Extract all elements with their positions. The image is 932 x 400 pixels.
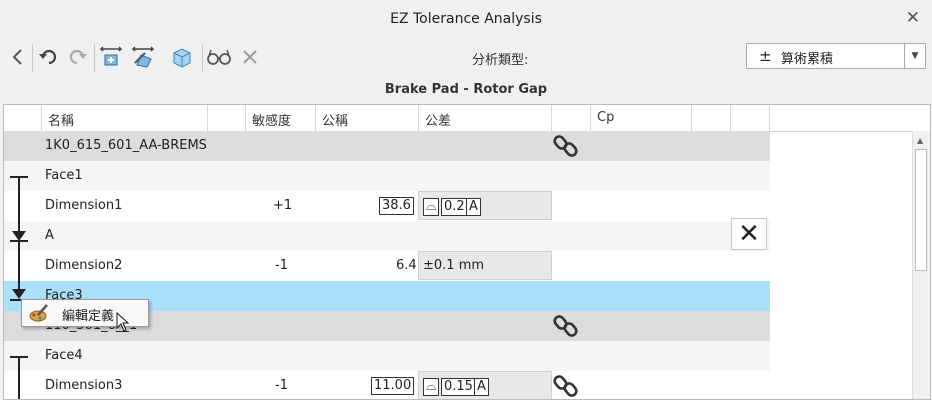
table-row[interactable]: Face1 [4, 161, 770, 191]
header-sensitivity[interactable]: 敏感度 [246, 105, 316, 131]
delete-icon[interactable] [236, 43, 264, 71]
close-icon[interactable]: ✕ [906, 8, 920, 28]
row-name: Dimension2 [45, 258, 123, 273]
header-cp[interactable]: Cp [591, 105, 692, 131]
row-tolerance: ±0.1 mm [423, 258, 485, 273]
header-blank [4, 105, 42, 131]
chain-link-icon[interactable] [553, 313, 579, 339]
undo-icon[interactable] [34, 43, 62, 71]
table-row[interactable]: Dimension3 -1 11.00 ⌓ 0.15 A [4, 371, 770, 399]
scrollbar-thumb[interactable] [915, 149, 927, 271]
row-tolerance: 0.2 [441, 198, 468, 216]
vertical-scrollbar[interactable]: ▲ [912, 131, 930, 399]
stack-title: Brake Pad - Rotor Gap [384, 82, 548, 97]
tolerance-cell[interactable]: ⌓ 0.2 A [418, 191, 552, 220]
table-row[interactable]: A [4, 221, 770, 251]
table-row[interactable]: Dimension2 -1 6.4 ±0.1 mm [4, 251, 770, 281]
toolbar: 分析類型: ± 算術累積 ▼ [0, 38, 932, 78]
row-name: Dimension3 [45, 378, 123, 393]
row-nominal[interactable]: 6.4 [396, 258, 417, 273]
row-datum: A [466, 198, 481, 216]
analysis-type-label: 分析類型: [472, 53, 529, 68]
header-tolerance[interactable]: 公差 [419, 105, 552, 131]
edit-dimension-icon[interactable] [130, 43, 158, 71]
tolerance-cell[interactable]: ±0.1 mm [418, 251, 552, 280]
plus-minus-icon: ± [759, 47, 772, 65]
toolbar-divider [94, 44, 95, 72]
table-row[interactable]: Face4 [4, 341, 770, 371]
chevron-down-icon[interactable]: ▼ [904, 44, 925, 68]
back-icon[interactable] [4, 43, 32, 71]
cube-icon[interactable] [168, 43, 196, 71]
row-name: 1K0_615_601_AA-BREMS [45, 138, 207, 153]
grid-header: 名稱 敏感度 公稱 公差 Cp [4, 105, 930, 132]
remove-icon[interactable]: ✕ [731, 218, 767, 250]
row-sensitivity: -1 [275, 258, 288, 273]
header-blank [731, 105, 770, 131]
stack-line [18, 356, 20, 399]
analysis-type-value: 算術累積 [781, 52, 834, 67]
chain-link-icon[interactable] [553, 133, 579, 159]
row-name: Dimension1 [45, 198, 123, 213]
edit-brush-icon [28, 303, 50, 327]
header-blank [692, 105, 731, 131]
toolbar-divider [202, 44, 203, 72]
tolerance-grid: 名稱 敏感度 公稱 公差 Cp 1K0_615_601_AA-BREMS Fac… [3, 104, 931, 400]
stack-line [18, 240, 20, 292]
tolerance-cell[interactable]: ⌓ 0.15 A [418, 371, 552, 399]
analysis-type-select[interactable]: ± 算術累積 ▼ [746, 43, 926, 69]
title-bar: EZ Tolerance Analysis ✕ [0, 0, 932, 39]
row-nominal[interactable]: 11.00 [371, 377, 415, 395]
window-title: EZ Tolerance Analysis [390, 11, 542, 27]
row-sensitivity: -1 [275, 378, 288, 393]
header-blank [208, 105, 246, 131]
context-menu-edit-definition[interactable]: 編輯定義 [62, 305, 114, 324]
stack-line [18, 176, 20, 236]
chain-link-icon[interactable] [553, 373, 579, 399]
row-nominal[interactable]: 38.6 [379, 197, 414, 215]
redo-icon[interactable] [64, 43, 92, 71]
arrow-down-icon [12, 289, 26, 299]
glasses-icon[interactable] [205, 43, 233, 71]
row-name: Face4 [45, 348, 83, 363]
row-name: A [45, 228, 54, 243]
profile-icon: ⌓ [423, 378, 440, 396]
scroll-up-icon[interactable]: ▲ [917, 136, 923, 145]
mouse-cursor-icon [116, 311, 130, 337]
row-name: Face1 [45, 168, 83, 183]
profile-icon: ⌓ [423, 198, 440, 216]
row-tolerance: 0.15 [441, 378, 476, 396]
header-nominal[interactable]: 公稱 [316, 105, 419, 131]
row-sensitivity: +1 [273, 198, 293, 213]
row-datum: A [474, 378, 489, 396]
toolbar-divider [32, 44, 33, 72]
table-row[interactable]: Dimension1 +1 38.6 ⌓ 0.2 A [4, 191, 770, 221]
table-row[interactable]: 1K0_615_601_AA-BREMS [4, 131, 770, 161]
add-dimension-icon[interactable] [98, 43, 126, 71]
header-name[interactable]: 名稱 [42, 105, 208, 131]
header-blank [552, 105, 591, 131]
